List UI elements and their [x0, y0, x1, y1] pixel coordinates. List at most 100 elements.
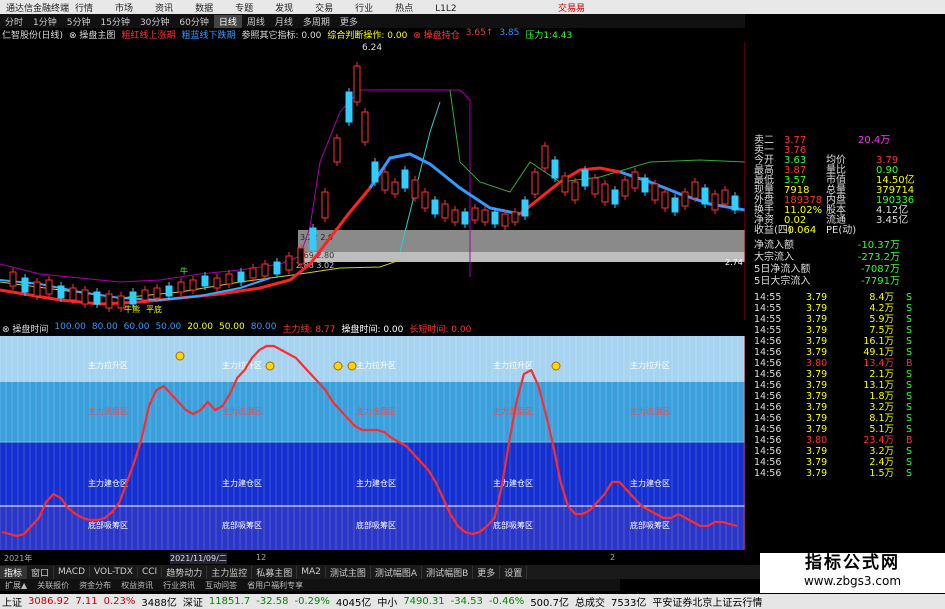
period-tab-8[interactable]: 月线	[270, 15, 298, 28]
candle-body	[309, 227, 317, 251]
indicator-tab-1[interactable]: 窗口	[27, 565, 55, 579]
status-item-13: -0.46%	[488, 596, 525, 607]
flow-label: 大宗流入	[754, 252, 794, 263]
indicator-tab-5[interactable]: 趋势动力	[162, 565, 208, 579]
ext-tab-0[interactable]: 扩展▲	[0, 580, 32, 591]
candle-body	[333, 137, 341, 163]
flow-label: 净流入额	[754, 240, 794, 251]
period-tab-4[interactable]: 30分钟	[135, 15, 174, 28]
period-tab-10[interactable]: 更多	[335, 15, 363, 28]
period-tab-0[interactable]: 分时	[0, 15, 28, 28]
indicator-tab-7[interactable]: 私募主图	[252, 565, 298, 579]
period-tab-9[interactable]: 多周期	[298, 15, 335, 28]
tick-volume: 13.4万	[863, 358, 894, 369]
indicator-tab-12[interactable]: 更多	[473, 565, 501, 579]
indicator-tab-4[interactable]: CCI	[138, 567, 163, 577]
flow-label: 5日大宗流入	[754, 276, 811, 287]
candle-body	[571, 181, 579, 201]
tick-time: 14:55	[754, 303, 782, 314]
tick-side: S	[906, 325, 913, 336]
date-label-cursor: 2021/11/09/二	[170, 553, 227, 564]
ext-tab-6[interactable]: 省用户福利专享	[242, 580, 308, 591]
tick-price: 3.79	[806, 336, 828, 347]
zone-bottom-label-4: 底部吸筹区	[493, 520, 533, 530]
candle-body	[481, 209, 489, 223]
zone-upper-label-2: 主力洗盘区	[222, 406, 262, 416]
zone-upper-label: 主力洗盘区	[88, 406, 128, 416]
tick-price: 3.79	[806, 380, 828, 391]
indicator-tab-13[interactable]: 设置	[500, 565, 528, 579]
zone-top-label-5: 主力拉升区	[630, 360, 670, 370]
menu-item-1[interactable]: 市场	[115, 4, 133, 14]
status-item-7: -32.58	[256, 596, 289, 607]
candle-body	[701, 187, 709, 205]
main_indicator_line-item-1: ⊗ 操盘主图	[69, 31, 116, 41]
sub_indicator_line-item-4: 50.00	[155, 322, 182, 332]
ext-tab-3[interactable]: 权益资讯	[116, 580, 158, 591]
tick-side: S	[906, 303, 913, 314]
ext-tab-5[interactable]: 互动问答	[200, 580, 242, 591]
watermark-url: www.zbgs3.com	[803, 574, 902, 588]
indicator-tab-3[interactable]: VOL-TDX	[90, 567, 138, 577]
tick-price: 3.79	[806, 424, 828, 435]
candle-body	[621, 179, 629, 197]
period-bar: 分时 1分钟 5分钟 15分钟 30分钟 60分钟 日线 周线 月线 多周期 更多	[0, 14, 745, 28]
menu-item-0[interactable]: 行情	[75, 4, 93, 14]
quote-row: 收益(四) -0.064 PE(动)	[748, 226, 945, 236]
ext-tab-1[interactable]: 关联报价	[32, 580, 74, 591]
period-tab-7[interactable]: 周线	[242, 15, 270, 28]
tick-price: 3.79	[806, 314, 828, 325]
tick-price: 3.80	[806, 358, 828, 369]
signal-marker-icon	[347, 361, 357, 371]
candle-body	[591, 177, 599, 195]
status-item-15: 总成交	[574, 598, 605, 609]
menu-item-8[interactable]: 热点	[395, 4, 413, 14]
menu-item-5[interactable]: 发现	[275, 4, 293, 14]
tick-row: 14:56 3.80 23.4万 B	[748, 435, 945, 446]
ext-tab-2[interactable]: 资金分布	[74, 580, 116, 591]
tick-side: B	[906, 435, 913, 446]
tick-side: S	[906, 369, 913, 380]
period-tab-1[interactable]: 1分钟	[28, 15, 62, 28]
period-tab-2[interactable]: 5分钟	[62, 15, 96, 28]
period-tab-6[interactable]: 日线	[213, 14, 242, 28]
candle-body	[45, 279, 53, 295]
indicator-tab-9[interactable]: 测试主图	[326, 565, 371, 579]
menu-item-2[interactable]: 资讯	[155, 4, 173, 14]
tick-time: 14:56	[754, 380, 782, 391]
candle-body	[81, 289, 89, 305]
candle-body	[491, 211, 499, 225]
tick-side: S	[906, 446, 913, 457]
menu-item-9[interactable]: L1L2	[435, 4, 456, 14]
candle-body	[165, 285, 173, 297]
period-tab-3[interactable]: 15分钟	[95, 15, 134, 28]
candlestick-chart[interactable]: 3.22 2.9 2.69 2.80 2.88 3.02 6.24 2.74 牛…	[0, 42, 745, 320]
tick-price: 3.79	[806, 446, 828, 457]
indicator-tab-0[interactable]: 指标	[0, 565, 28, 579]
menu-item-6[interactable]: 交易	[315, 4, 333, 14]
fund-flow-row: 大宗流入 -273.2万	[748, 252, 945, 264]
indicator-tab-8[interactable]: MA2	[297, 567, 326, 577]
sub_indicator_line-item-8: 主力线: 8.77	[282, 325, 336, 335]
tick-side: S	[906, 314, 913, 325]
candle-body	[249, 267, 257, 279]
status-item-1: 3086.92	[28, 596, 70, 607]
ext-tab-4[interactable]: 行业资讯	[158, 580, 200, 591]
quote-row: 最高 3.87 量比 0.90	[748, 166, 945, 176]
quote-panel: 卖二 3.77 20.4万 卖一 3.76 今开 3.63 均价 3.79 最高 3.87 量比 0.9…	[748, 136, 945, 552]
trade-brand[interactable]: 交易易	[558, 1, 585, 14]
indicator-tab-11[interactable]: 测试幅图B	[422, 565, 474, 579]
period-tab-5[interactable]: 60分钟	[174, 15, 213, 28]
menu-item-4[interactable]: 专题	[235, 4, 253, 14]
menu-item-7[interactable]: 行业	[355, 4, 373, 14]
operation-time-chart[interactable]: 主力拉升区 主力拉升区 主力拉升区 主力拉升区 主力拉升区 主力洗盘区 主力洗盘…	[0, 336, 745, 550]
indicator-tab-10[interactable]: 测试幅图A	[371, 565, 423, 579]
tick-row: 14:55 3.79 8.4万 S	[748, 292, 945, 303]
main-indicator-header: 仁智股份(日线) ⊗ 操盘主图 粗红线上涨期 粗蓝线下跌期 参照其它指标: 0.00 综合…	[0, 28, 745, 42]
sub_indicator_line-item-2: 80.00	[91, 322, 118, 332]
tick-row: 14:55 3.79 5.9万 S	[748, 314, 945, 325]
indicator-tab-2[interactable]: MACD	[54, 567, 91, 577]
menu-item-3[interactable]: 数据	[195, 4, 213, 14]
indicator-tab-6[interactable]: 主力监控	[207, 565, 253, 579]
tick-price: 3.79	[806, 292, 828, 303]
